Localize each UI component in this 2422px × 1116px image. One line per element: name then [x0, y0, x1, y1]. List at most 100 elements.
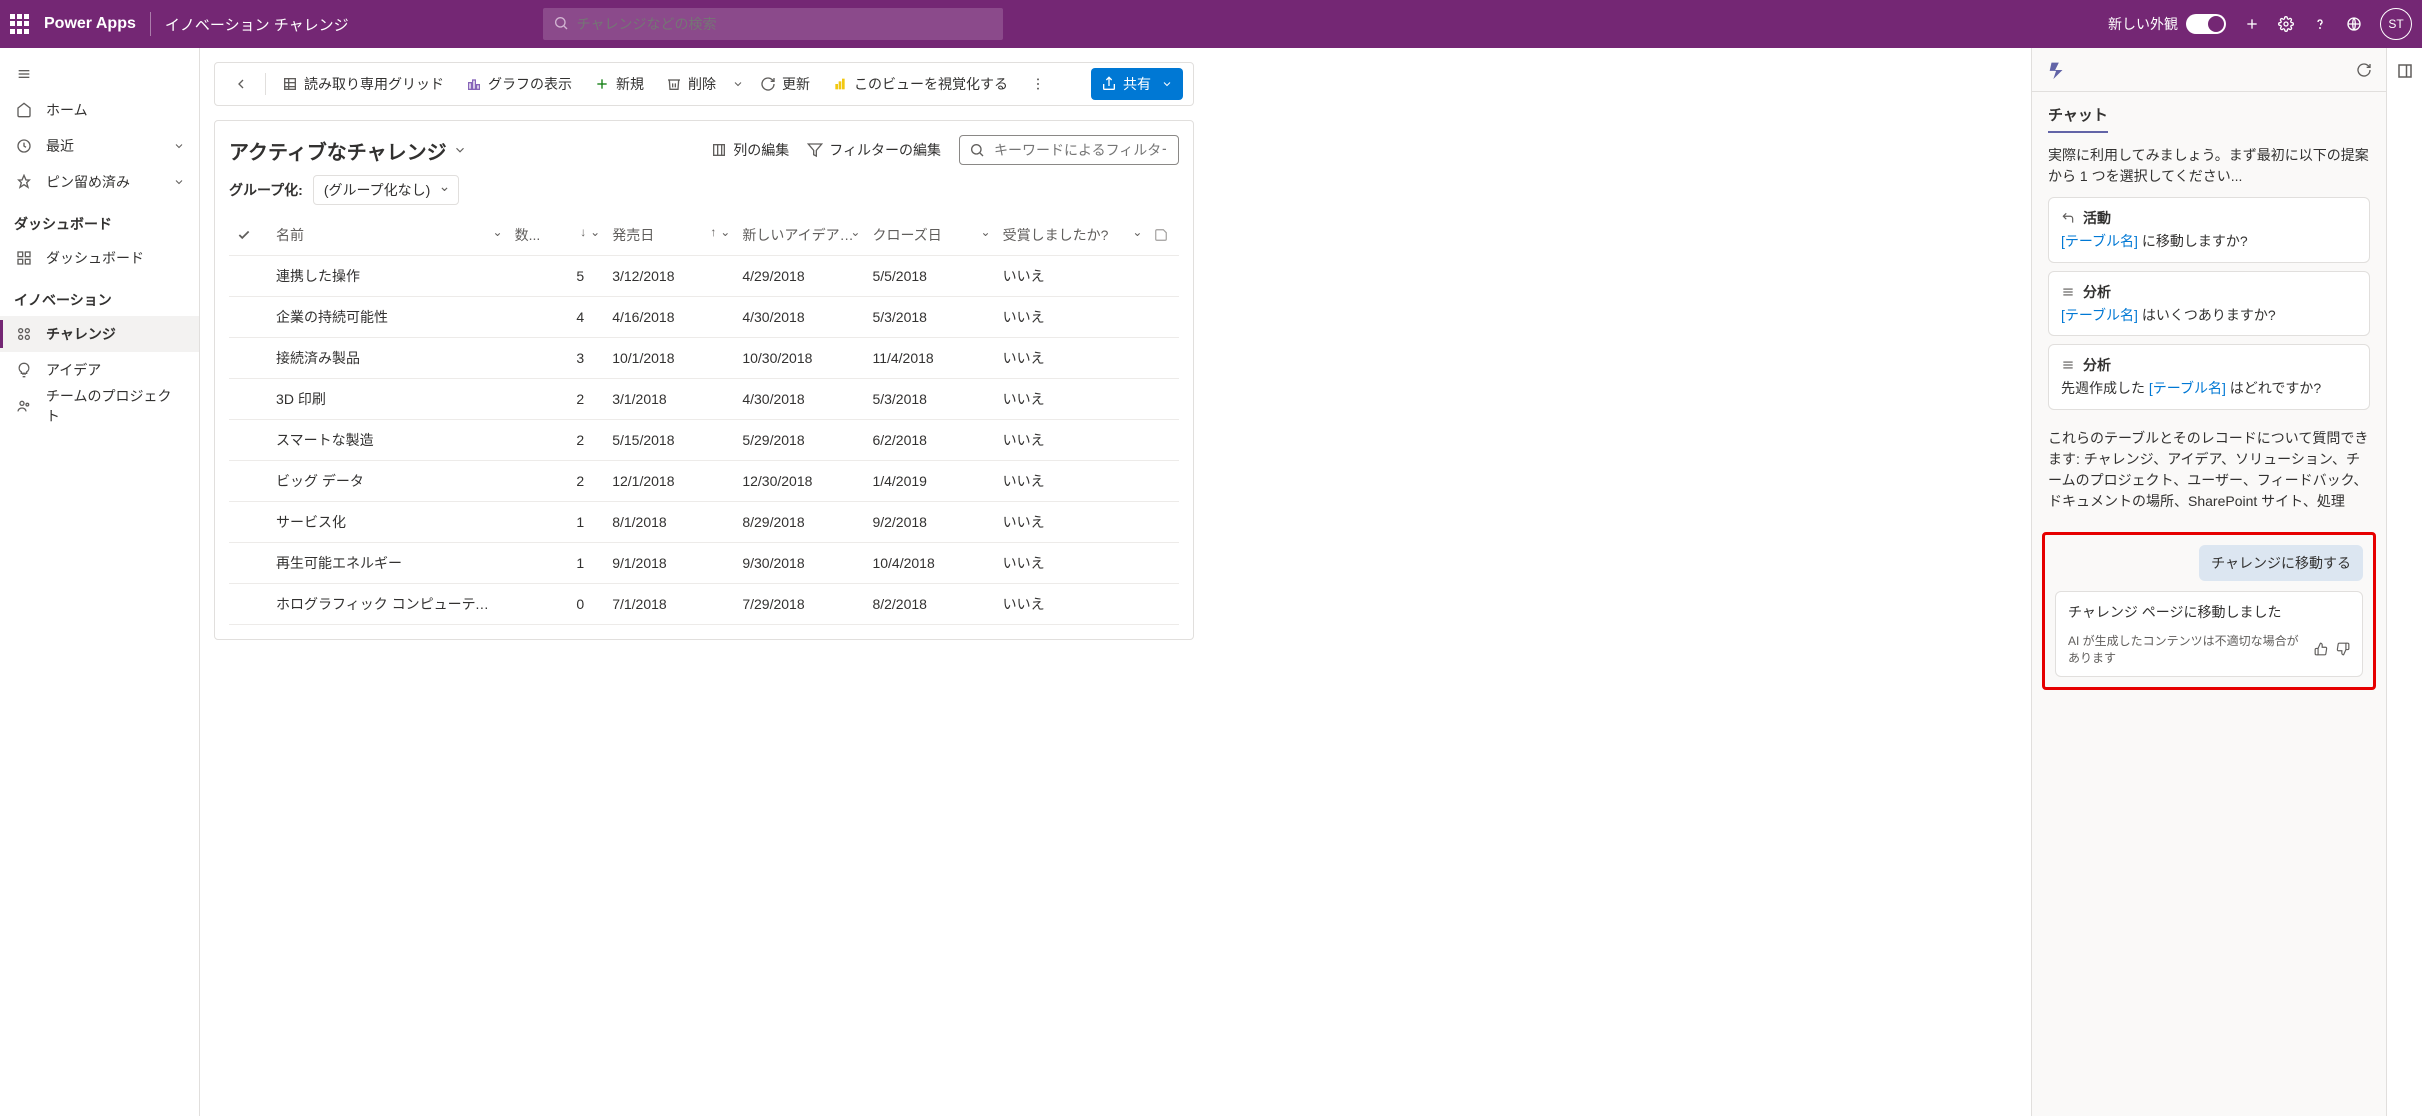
copilot-refresh-button[interactable]: [2356, 62, 2372, 78]
delete-button[interactable]: 削除: [658, 68, 724, 100]
cell-name: ホログラフィック コンピューティング: [268, 584, 507, 625]
col-save-icon[interactable]: [1146, 215, 1179, 256]
copilot-footer-note: これらのテーブルとそのレコードについて質問できます: チャレンジ、アイデア、ソリ…: [2048, 428, 2370, 512]
table-row[interactable]: スマートな製造 2 5/15/2018 5/29/2018 6/2/2018 い…: [229, 420, 1179, 461]
overflow-menu[interactable]: [1030, 76, 1046, 92]
card-body: [テーブル名] はいくつありますか?: [2061, 306, 2357, 326]
trash-icon: [666, 76, 682, 92]
col-name[interactable]: 名前⌄: [268, 215, 507, 256]
add-icon[interactable]: [2244, 16, 2260, 32]
thumbs-down-button[interactable]: [2336, 642, 2350, 656]
back-button[interactable]: [225, 70, 257, 98]
cell-approve: 8/29/2018: [734, 502, 864, 543]
cell-count: 5: [507, 256, 605, 297]
table-row[interactable]: 接続済み製品 3 10/1/2018 10/30/2018 11/4/2018 …: [229, 338, 1179, 379]
sidebar-item-アイデア[interactable]: アイデア: [0, 352, 199, 388]
pin-icon: [14, 174, 34, 190]
cell-count: 4: [507, 297, 605, 338]
col-close[interactable]: クローズ日⌄: [864, 215, 994, 256]
edit-filters-button[interactable]: フィルターの編集: [807, 140, 941, 160]
cell-launch: 5/15/2018: [604, 420, 734, 461]
col-approve[interactable]: 新しいアイデアを承認...⌄: [734, 215, 864, 256]
cell-close: 5/5/2018: [864, 256, 994, 297]
sidebar-heading: イノベーション: [0, 276, 199, 316]
new-button[interactable]: 新規: [586, 68, 652, 100]
grid-icon: [282, 76, 298, 92]
hamburger-icon: [14, 66, 34, 82]
visualize-button[interactable]: このビューを視覚化する: [824, 68, 1016, 100]
col-count[interactable]: 数...↓⌄: [507, 215, 605, 256]
select-all-checkbox[interactable]: [229, 215, 268, 256]
cell-name: 企業の持続可能性: [268, 297, 507, 338]
group-by-select[interactable]: (グループ化なし): [313, 175, 459, 205]
show-chart-button[interactable]: グラフの表示: [458, 68, 580, 100]
new-label: 新規: [616, 74, 644, 94]
cell-approve: 4/29/2018: [734, 256, 864, 297]
cell-close: 11/4/2018: [864, 338, 994, 379]
settings-icon[interactable]: [2278, 16, 2294, 32]
new-look-toggle[interactable]: [2186, 14, 2226, 34]
table-row[interactable]: ビッグ データ 2 12/1/2018 12/30/2018 1/4/2019 …: [229, 461, 1179, 502]
copilot-suggestion-card[interactable]: 活動 [テーブル名] に移動しますか?: [2048, 197, 2370, 263]
table-row[interactable]: 連携した操作 5 3/12/2018 4/29/2018 5/5/2018 いい…: [229, 256, 1179, 297]
sidebar-item-チームのプロジェクト[interactable]: チームのプロジェクト: [0, 388, 199, 424]
sidebar-item-ホーム[interactable]: ホーム: [0, 92, 199, 128]
ai-disclaimer: AI が生成したコンテンツは不適切な場合があります: [2068, 632, 2306, 666]
globe-icon[interactable]: [2346, 16, 2362, 32]
view-selector[interactable]: アクティブなチャレンジ: [229, 136, 467, 165]
table-row[interactable]: 再生可能エネルギー 1 9/1/2018 9/30/2018 10/4/2018…: [229, 543, 1179, 584]
delete-chevron[interactable]: [730, 72, 746, 96]
copilot-chat-tab[interactable]: チャット: [2048, 104, 2108, 133]
copilot-logo-icon: [2046, 59, 2068, 81]
divider: [150, 12, 151, 36]
cell-close: 9/2/2018: [864, 502, 994, 543]
card-body: 先週作成した [テーブル名] はどれですか?: [2061, 379, 2357, 399]
separator: [265, 73, 266, 95]
user-avatar[interactable]: ST: [2380, 8, 2412, 40]
col-won[interactable]: 受賞しましたか?⌄: [995, 215, 1147, 256]
cell-won: いいえ: [995, 297, 1147, 338]
sidebar-item-最近[interactable]: 最近: [0, 128, 199, 164]
card-heading: 分析: [2083, 355, 2111, 375]
thumbs-up-button[interactable]: [2314, 642, 2328, 656]
edit-columns-button[interactable]: 列の編集: [711, 140, 789, 160]
share-button[interactable]: 共有: [1091, 68, 1183, 100]
card-heading: 分析: [2083, 282, 2111, 302]
ai-response-text: チャレンジ ページに移動しました: [2068, 602, 2350, 622]
copilot-suggestion-card[interactable]: 分析 [テーブル名] はいくつありますか?: [2048, 271, 2370, 337]
cell-close: 1/4/2019: [864, 461, 994, 502]
sidebar-item-label: 最近: [46, 136, 74, 156]
table-row[interactable]: 企業の持続可能性 4 4/16/2018 4/30/2018 5/3/2018 …: [229, 297, 1179, 338]
refresh-button[interactable]: 更新: [752, 68, 818, 100]
refresh-icon: [760, 76, 776, 92]
app-launcher-icon[interactable]: [10, 14, 30, 34]
cell-launch: 7/1/2018: [604, 584, 734, 625]
cell-won: いいえ: [995, 256, 1147, 297]
plus-icon: [594, 76, 610, 92]
cell-name: 再生可能エネルギー: [268, 543, 507, 584]
copilot-expand-button[interactable]: [2396, 62, 2414, 80]
cell-count: 0: [507, 584, 605, 625]
copilot-suggestion-card[interactable]: 分析 先週作成した [テーブル名] はどれですか?: [2048, 344, 2370, 410]
cell-launch: 3/12/2018: [604, 256, 734, 297]
copilot-highlighted-conversation: チャレンジに移動する チャレンジ ページに移動しました AI が生成したコンテン…: [2042, 532, 2376, 690]
edit-filters-label: フィルターの編集: [829, 140, 941, 160]
sidebar-item-ダッシュボード[interactable]: ダッシュボード: [0, 240, 199, 276]
table-row[interactable]: ホログラフィック コンピューティング 0 7/1/2018 7/29/2018 …: [229, 584, 1179, 625]
col-launch[interactable]: 発売日↑⌄: [604, 215, 734, 256]
sidebar-collapse-button[interactable]: [0, 56, 199, 92]
cell-approve: 9/30/2018: [734, 543, 864, 584]
keyword-filter-input[interactable]: [959, 135, 1179, 165]
cell-launch: 10/1/2018: [604, 338, 734, 379]
search-input[interactable]: [543, 8, 1003, 40]
filter-icon: [807, 142, 823, 158]
sidebar-item-ピン留め済み[interactable]: ピン留め済み: [0, 164, 199, 200]
readonly-grid-button[interactable]: 読み取り専用グリッド: [274, 68, 452, 100]
card-heading: 活動: [2083, 208, 2111, 228]
help-icon[interactable]: [2312, 16, 2328, 32]
table-row[interactable]: サービス化 1 8/1/2018 8/29/2018 9/2/2018 いいえ: [229, 502, 1179, 543]
cell-approve: 5/29/2018: [734, 420, 864, 461]
team-icon: [14, 398, 34, 414]
sidebar-item-チャレンジ[interactable]: チャレンジ: [0, 316, 199, 352]
table-row[interactable]: 3D 印刷 2 3/1/2018 4/30/2018 5/3/2018 いいえ: [229, 379, 1179, 420]
